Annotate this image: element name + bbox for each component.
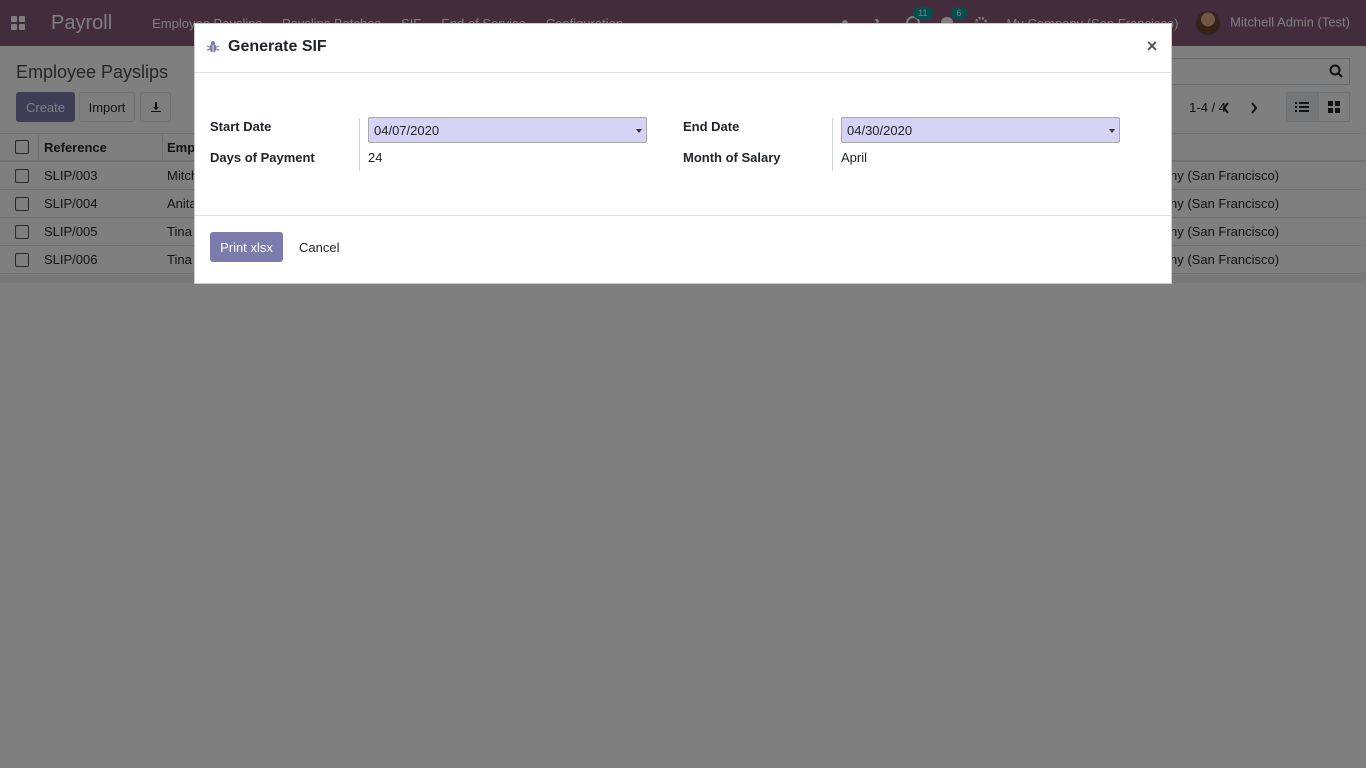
modal-title: Generate SIF <box>228 38 327 55</box>
bug-icon <box>206 40 220 54</box>
month-of-salary-label: Month of Salary <box>683 150 781 165</box>
modal-header: Generate SIF × <box>195 24 1171 73</box>
print-xlsx-button[interactable]: Print xlsx <box>210 232 283 262</box>
generate-sif-dialog: Generate SIF × Start Date 04/07/2020 End… <box>194 23 1172 284</box>
end-date-label: End Date <box>683 119 740 134</box>
start-date-value: 04/07/2020 <box>374 122 440 138</box>
start-date-label: Start Date <box>210 119 272 134</box>
chevron-down-icon[interactable] <box>636 129 642 133</box>
days-of-payment-value: 24 <box>368 150 383 165</box>
chevron-down-icon[interactable] <box>1109 129 1115 133</box>
end-date-field[interactable]: 04/30/2020 <box>841 117 1120 143</box>
divider <box>359 118 360 171</box>
month-of-salary-value: April <box>841 150 868 165</box>
modal-footer: Print xlsx Cancel <box>195 216 1171 283</box>
days-of-payment-label: Days of Payment <box>210 150 315 165</box>
start-date-field[interactable]: 04/07/2020 <box>368 117 647 143</box>
cancel-button[interactable]: Cancel <box>299 232 339 262</box>
close-icon[interactable]: × <box>1145 36 1159 56</box>
end-date-value: 04/30/2020 <box>847 122 913 138</box>
modal-body: Start Date 04/07/2020 End Date 04/30/202… <box>195 73 1171 216</box>
divider <box>832 118 833 171</box>
